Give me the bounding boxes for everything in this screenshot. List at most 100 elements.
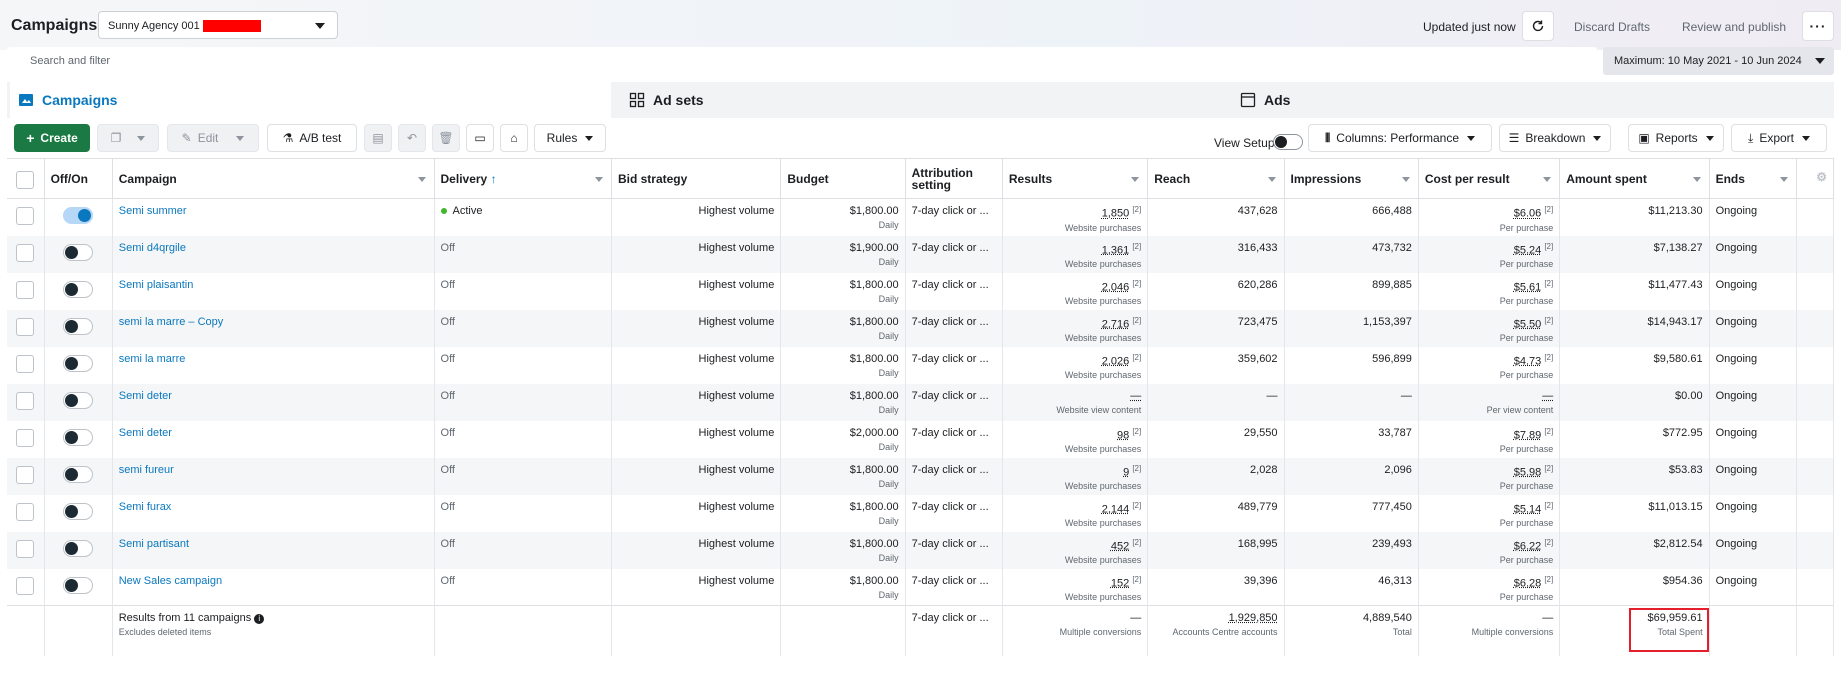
- campaign-link[interactable]: Semi furax: [119, 501, 172, 513]
- select-all-checkbox[interactable]: [16, 170, 35, 189]
- table-row[interactable]: Semi deter Off Highest volume $1,800.00 Dail…: [7, 383, 1835, 421]
- column-header[interactable]: Off/On: [44, 158, 113, 199]
- chevron-down-icon[interactable]: [1692, 177, 1701, 182]
- discard-drafts-button[interactable]: Discard Drafts: [1574, 20, 1650, 34]
- chevron-down-icon[interactable]: [1543, 177, 1552, 182]
- table-row[interactable]: Semi furax Off Highest volume $1,800.00 Dail…: [7, 494, 1835, 532]
- campaign-link[interactable]: Semi summer: [119, 205, 187, 217]
- table-row[interactable]: semi fureur Off Highest volume $1,800.00 Dai…: [7, 457, 1835, 495]
- columns-button[interactable]: ⦀ Columns: Performance: [1308, 124, 1492, 152]
- table-row[interactable]: Semi partisant Off Highest volume $1,800.00…: [7, 531, 1835, 569]
- table-row[interactable]: Semi summer Active Highest volume $1,800.00…: [7, 198, 1835, 236]
- column-header[interactable]: Campaign: [112, 158, 435, 199]
- tab-ads[interactable]: Ads: [1232, 82, 1834, 118]
- row-checkbox[interactable]: [16, 576, 35, 595]
- campaign-toggle[interactable]: [63, 539, 94, 557]
- rules-button[interactable]: Rules: [534, 124, 606, 152]
- duplicate-button[interactable]: ❐: [97, 124, 159, 152]
- campaign-link[interactable]: Semi deter: [119, 427, 172, 439]
- row-checkbox[interactable]: [16, 243, 35, 262]
- delete-button[interactable]: 🗑: [432, 124, 460, 152]
- campaign-link[interactable]: semi fureur: [119, 464, 174, 476]
- on-off-cell: [44, 494, 113, 532]
- date-range-picker[interactable]: Maximum: 10 May 2021 - 10 Jun 2024: [1603, 47, 1834, 75]
- campaign-toggle[interactable]: [63, 576, 94, 594]
- campaign-toggle[interactable]: [63, 243, 94, 261]
- reports-button[interactable]: ▣ Reports: [1628, 124, 1724, 152]
- campaign-link[interactable]: Semi d4qrgile: [119, 242, 186, 254]
- column-header[interactable]: Budget: [780, 158, 906, 199]
- chevron-down-icon[interactable]: [1267, 177, 1276, 182]
- budget-cell: $1,800.00 Daily: [780, 309, 906, 347]
- export-button[interactable]: ⤓ Export: [1731, 124, 1827, 152]
- table-row[interactable]: semi la marre Off Highest volume $1,800.00 D…: [7, 346, 1835, 384]
- chevron-down-icon[interactable]: [417, 177, 426, 182]
- preview-button[interactable]: ▭: [466, 124, 494, 152]
- campaign-toggle[interactable]: [63, 428, 94, 446]
- chevron-down-icon[interactable]: [1131, 177, 1140, 182]
- refresh-button[interactable]: [1522, 11, 1554, 41]
- column-header[interactable]: Reach: [1147, 158, 1285, 199]
- table-row[interactable]: New Sales campaign Off Highest volume $1,80…: [7, 568, 1835, 606]
- chevron-down-icon[interactable]: [1779, 177, 1788, 182]
- campaign-toggle[interactable]: [63, 391, 94, 409]
- row-checkbox[interactable]: [16, 428, 35, 447]
- row-checkbox[interactable]: [16, 465, 35, 484]
- tab-campaigns[interactable]: Campaigns: [10, 82, 611, 118]
- row-checkbox[interactable]: [16, 502, 35, 521]
- row-checkbox[interactable]: [16, 280, 35, 299]
- row-checkbox[interactable]: [16, 539, 35, 558]
- campaign-link[interactable]: Semi plaisantin: [119, 279, 194, 291]
- review-publish-button[interactable]: Review and publish: [1682, 20, 1786, 34]
- search-input[interactable]: Search and filter: [7, 47, 1597, 75]
- column-header[interactable]: Results: [1002, 158, 1149, 199]
- campaign-toggle[interactable]: [63, 354, 94, 372]
- tab-ad-sets[interactable]: Ad sets: [621, 82, 1222, 118]
- row-checkbox[interactable]: [16, 391, 35, 410]
- campaign-link[interactable]: semi la marre: [119, 353, 186, 365]
- campaign-toggle[interactable]: [63, 465, 94, 483]
- column-settings-header[interactable]: ⚙: [1796, 158, 1835, 199]
- campaign-toggle[interactable]: [63, 280, 94, 298]
- campaign-link[interactable]: New Sales campaign: [119, 575, 222, 587]
- column-header[interactable]: Attribution setting: [905, 158, 1003, 199]
- archive-button[interactable]: ▤: [364, 124, 392, 152]
- gear-icon[interactable]: ⚙: [1816, 171, 1827, 183]
- cpr-type: Per purchase: [1499, 444, 1554, 455]
- table-row[interactable]: semi la marre – Copy Off Highest volume $1,…: [7, 309, 1835, 347]
- more-options-button[interactable]: ···: [1802, 11, 1834, 41]
- tag-button[interactable]: ⌂: [500, 124, 528, 152]
- undo-button[interactable]: ↶: [398, 124, 426, 152]
- column-header[interactable]: Delivery ↑: [434, 158, 612, 199]
- account-selector[interactable]: Sunny Agency 001: [98, 11, 338, 39]
- table-row[interactable]: Semi plaisantin Off Highest volume $1,800.0…: [7, 272, 1835, 310]
- row-checkbox[interactable]: [16, 317, 35, 336]
- amount-spent-cell: $2,812.54: [1559, 531, 1710, 569]
- campaign-link[interactable]: Semi deter: [119, 390, 172, 402]
- breakdown-button[interactable]: ☰ Breakdown: [1499, 124, 1611, 152]
- row-end-cell: [1796, 457, 1835, 495]
- cpr-value: $6.28: [1513, 577, 1542, 590]
- column-header[interactable]: Impressions: [1284, 158, 1419, 199]
- create-button[interactable]: + Create: [14, 124, 90, 152]
- campaign-link[interactable]: semi la marre – Copy: [119, 316, 224, 328]
- campaign-toggle[interactable]: [63, 502, 94, 520]
- table-row[interactable]: Semi d4qrgile Off Highest volume $1,900.00 D…: [7, 235, 1835, 273]
- campaign-toggle[interactable]: [63, 317, 94, 335]
- column-header[interactable]: Ends: [1709, 158, 1797, 199]
- delivery-status: Off: [440, 574, 455, 587]
- table-row[interactable]: Semi deter Off Highest volume $2,000.00 Dail…: [7, 420, 1835, 458]
- campaign-link[interactable]: Semi partisant: [119, 538, 189, 550]
- view-setup-toggle[interactable]: [1273, 134, 1303, 150]
- row-checkbox[interactable]: [16, 354, 35, 373]
- column-header[interactable]: Cost per result: [1418, 158, 1561, 199]
- column-header[interactable]: Amount spent: [1559, 158, 1710, 199]
- ab-test-button[interactable]: ⚗ A/B test: [267, 124, 357, 152]
- info-icon[interactable]: i: [254, 614, 265, 624]
- campaign-toggle[interactable]: [63, 207, 94, 224]
- chevron-down-icon[interactable]: [1401, 177, 1410, 182]
- chevron-down-icon[interactable]: [594, 177, 603, 182]
- column-header[interactable]: Bid strategy: [611, 158, 782, 199]
- edit-button[interactable]: ✎ Edit: [167, 124, 259, 152]
- row-checkbox[interactable]: [16, 207, 35, 225]
